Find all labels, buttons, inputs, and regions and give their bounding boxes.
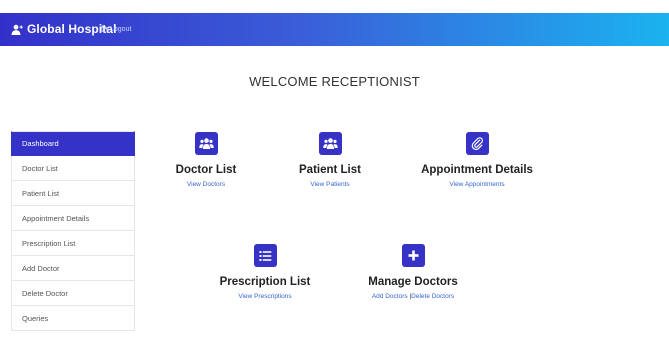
sign-out-icon — [101, 25, 108, 34]
top-navbar: Global Hospital Logout — [0, 13, 669, 46]
sidebar-item-patient-list[interactable]: Patient List — [11, 181, 135, 206]
doctor-list-title: Doctor List — [175, 164, 237, 176]
view-doctors-link[interactable]: View Doctors — [166, 181, 246, 188]
appointment-details-title: Appointment Details — [421, 164, 533, 176]
users-icon — [194, 132, 218, 155]
sidebar-item-dashboard[interactable]: Dashboard — [11, 131, 135, 156]
view-patients-link[interactable]: View Patients — [290, 181, 370, 188]
card-manage-doctors: Manage Doctors Add Doctors |Delete Docto… — [358, 244, 468, 300]
sidebar: Dashboard Doctor List Patient List Appoi… — [11, 131, 135, 331]
manage-doctors-links: Add Doctors |Delete Doctors — [358, 293, 468, 300]
sidebar-item-add-doctor[interactable]: Add Doctor — [11, 256, 135, 281]
sidebar-item-queries[interactable]: Queries — [11, 306, 135, 331]
user-plus-icon — [11, 23, 23, 35]
sidebar-item-prescription-list[interactable]: Prescription List — [11, 231, 135, 256]
sidebar-item-doctor-list[interactable]: Doctor List — [11, 156, 135, 181]
view-prescriptions-link[interactable]: View Prescriptions — [215, 293, 315, 300]
page-title: WELCOME RECEPTIONIST — [249, 74, 420, 89]
list-icon — [253, 244, 277, 267]
add-doctors-link[interactable]: Add Doctors — [372, 293, 408, 300]
delete-doctors-link[interactable]: Delete Doctors — [411, 293, 454, 300]
paperclip-icon — [465, 132, 489, 155]
users-icon — [318, 132, 342, 155]
card-doctor-list: Doctor List View Doctors — [166, 132, 246, 188]
patient-list-title: Patient List — [299, 164, 361, 176]
logout-link[interactable]: Logout — [101, 25, 131, 34]
card-patient-list: Patient List View Patients — [290, 132, 370, 188]
prescription-list-title: Prescription List — [219, 276, 311, 288]
logout-label: Logout — [110, 26, 132, 33]
sidebar-item-appointment-details[interactable]: Appointment Details — [11, 206, 135, 231]
plus-icon — [401, 244, 425, 267]
view-appointments-link[interactable]: View Appointments — [417, 181, 537, 188]
sidebar-item-delete-doctor[interactable]: Delete Doctor — [11, 281, 135, 306]
manage-doctors-title: Manage Doctors — [368, 276, 458, 288]
card-prescription-list: Prescription List View Prescriptions — [215, 244, 315, 300]
card-appointment-details: Appointment Details View Appointments — [417, 132, 537, 188]
